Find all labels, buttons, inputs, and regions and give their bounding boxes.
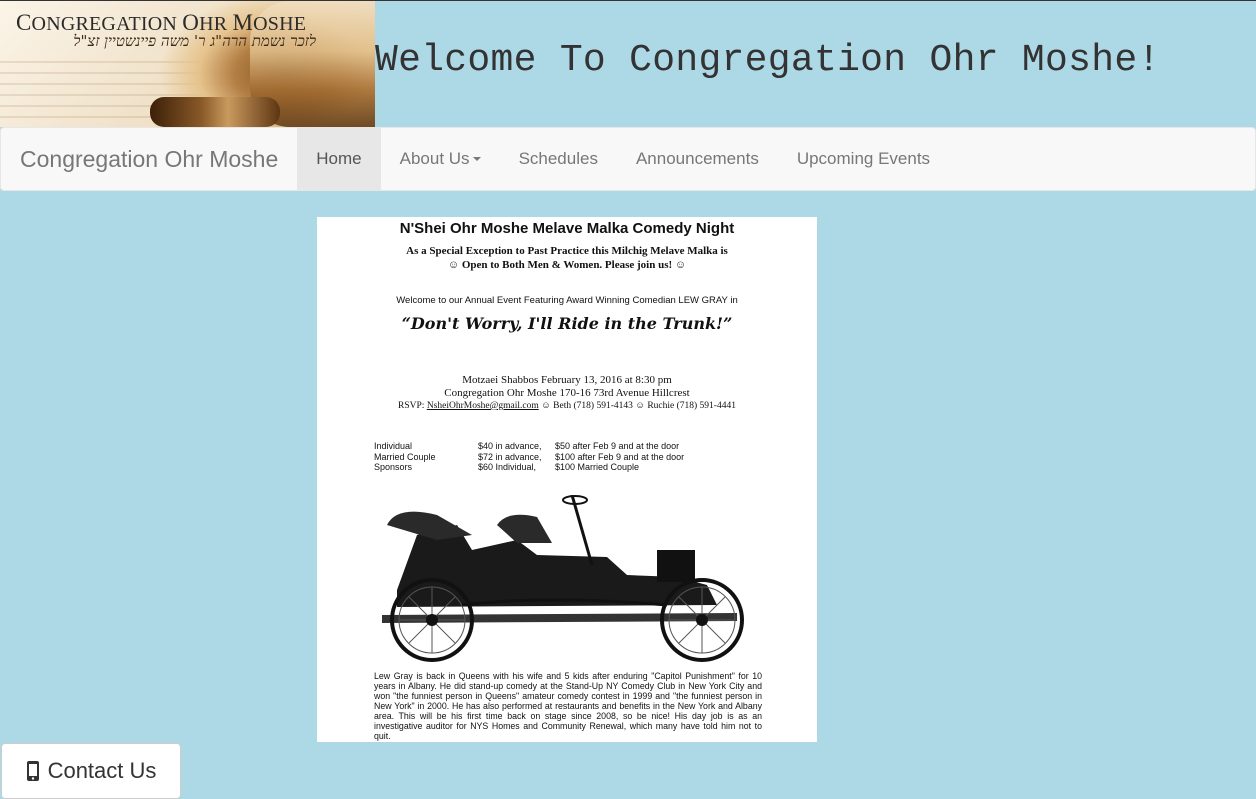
flyer-subtitle-line2: ☺ Open to Both Men & Women. Please join … xyxy=(447,259,687,271)
flyer-welcome: Welcome to our Annual Event Featuring Aw… xyxy=(396,295,738,306)
flyer-bio: Lew Gray is back in Queens with his wife… xyxy=(374,671,762,741)
flyer-rsvp-email: NsheiOhrMoshe@gmail.com xyxy=(426,401,539,411)
contact-us-label: Contact Us xyxy=(47,758,157,783)
nav-item-about-us-label: About Us xyxy=(399,149,470,168)
vintage-car-illustration xyxy=(382,495,744,662)
site-logo[interactable]: CONGREGATION OHR MOSHE לזכר נשמת הרה"ג ר… xyxy=(0,1,375,127)
flyer-venue: Congregation Ohr Moshe 170-16 73rd Avenu… xyxy=(444,387,690,399)
event-flyer-image: N'Shei Ohr Moshe Melave Malka Comedy Nig… xyxy=(317,217,817,742)
price-row: Married Couple $72 in advance, $100 after … xyxy=(374,451,685,462)
welcome-heading: Welcome To Congregation Ohr Moshe! xyxy=(375,39,1161,82)
nav-item-schedules[interactable]: Schedules xyxy=(500,128,617,190)
caret-down-icon xyxy=(472,157,481,161)
nav-item-about-us[interactable]: About Us xyxy=(381,128,500,190)
nav-item-home[interactable]: Home xyxy=(297,128,381,190)
flyer-rsvp: RSVP: NsheiOhrMoshe@gmail.com ☺ Beth (71… xyxy=(398,401,736,411)
flyer-title: N'Shei Ohr Moshe Melave Malka Comedy Nig… xyxy=(399,220,735,237)
flyer-date: Motzaei Shabbos February 13, 2016 at 8:3… xyxy=(462,374,672,386)
nav-item-upcoming-events[interactable]: Upcoming Events xyxy=(778,128,949,190)
price-row: Individual $40 in advance, $50 after Feb 9… xyxy=(374,441,680,451)
flyer-price-table: Individual $40 in advance, $50 after Feb 9… xyxy=(374,441,684,473)
flyer-quote: “Don't Worry, I'll Ride in the Trunk!” xyxy=(401,314,733,333)
torah-scroll-rod xyxy=(150,97,280,127)
site-header: CONGREGATION OHR MOSHE לזכר נשמת הרה"ג ר… xyxy=(0,1,1256,127)
main-navbar: Congregation Ohr Moshe Home About Us Sch… xyxy=(0,127,1256,191)
nav-item-announcements[interactable]: Announcements xyxy=(617,128,778,190)
mobile-phone-icon xyxy=(26,761,39,781)
navbar-brand[interactable]: Congregation Ohr Moshe xyxy=(1,128,297,190)
contact-us-button[interactable]: Contact Us xyxy=(1,743,181,799)
logo-hebrew-dedication: לזכר נשמת הרה"ג ר' משה פיינשטיין זצ"ל xyxy=(73,32,316,50)
price-row: Sponsors $60 Individual, $100 Married Coup… xyxy=(374,462,640,472)
flyer-subtitle-line1: As a Special Exception to Past Practice … xyxy=(406,245,728,257)
